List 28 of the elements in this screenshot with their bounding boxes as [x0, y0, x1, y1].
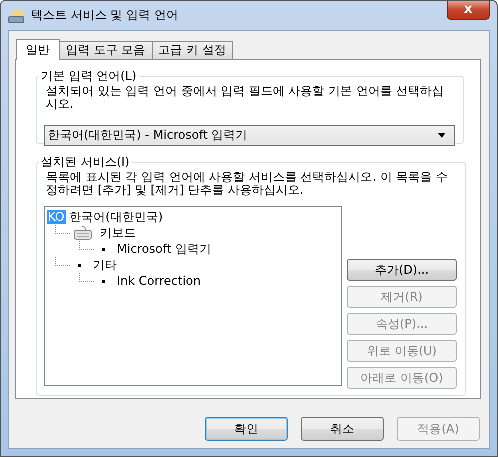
dialog-button[interactable]: 취소 — [301, 417, 384, 441]
keyboard-icon — [74, 226, 92, 240]
tree-item[interactable]: Ink Correction — [117, 274, 201, 288]
connector-line — [79, 240, 94, 250]
bullet-icon — [102, 280, 105, 282]
tab[interactable]: 고급 키 설정 — [152, 41, 234, 59]
tab[interactable]: 일반 — [16, 39, 60, 60]
group-label: 기본 입력 언어(L) — [40, 68, 138, 85]
action-button[interactable]: 추가(D)... — [347, 259, 457, 281]
tree-item[interactable]: Microsoft 입력기 — [117, 240, 212, 258]
connector-line — [79, 272, 94, 282]
dialog-button[interactable]: 확인 — [205, 417, 288, 441]
connector-line — [55, 256, 70, 266]
service-tree[interactable]: KO 한국어(대한민국) 키보드 Microsoft 입력기 기타 Ink Correction — [44, 206, 342, 386]
bullet-icon — [78, 264, 81, 266]
tree-item[interactable]: 기타 — [93, 256, 117, 274]
tree-item[interactable]: 키보드 — [100, 224, 136, 242]
description-text: 목록에 표시된 각 입력 언어에 사용할 서비스를 선택하십시오. 이 목록을 수정하려면 [추가] 및 [제거] 단추를 사용하십시오. — [46, 171, 449, 197]
group-label: 설치된 서비스(I) — [40, 154, 131, 171]
window-title: 텍스트 서비스 및 입력 언어 — [31, 7, 178, 24]
dropdown-arrow-icon — [438, 133, 446, 138]
description-text: 설치되어 있는 입력 언어 중에서 입력 필드에 사용할 기본 언어를 선택하십시오. — [46, 85, 446, 111]
bullet-icon — [102, 248, 105, 250]
connector-line — [55, 224, 70, 234]
language-dropdown[interactable]: 한국어(대한민국) - Microsoft 입력기 — [44, 125, 455, 146]
close-button[interactable]: x — [447, 1, 490, 20]
tab[interactable]: 입력 도구 모음 — [59, 41, 153, 59]
tree-item[interactable]: 한국어(대한민국) — [70, 208, 164, 226]
